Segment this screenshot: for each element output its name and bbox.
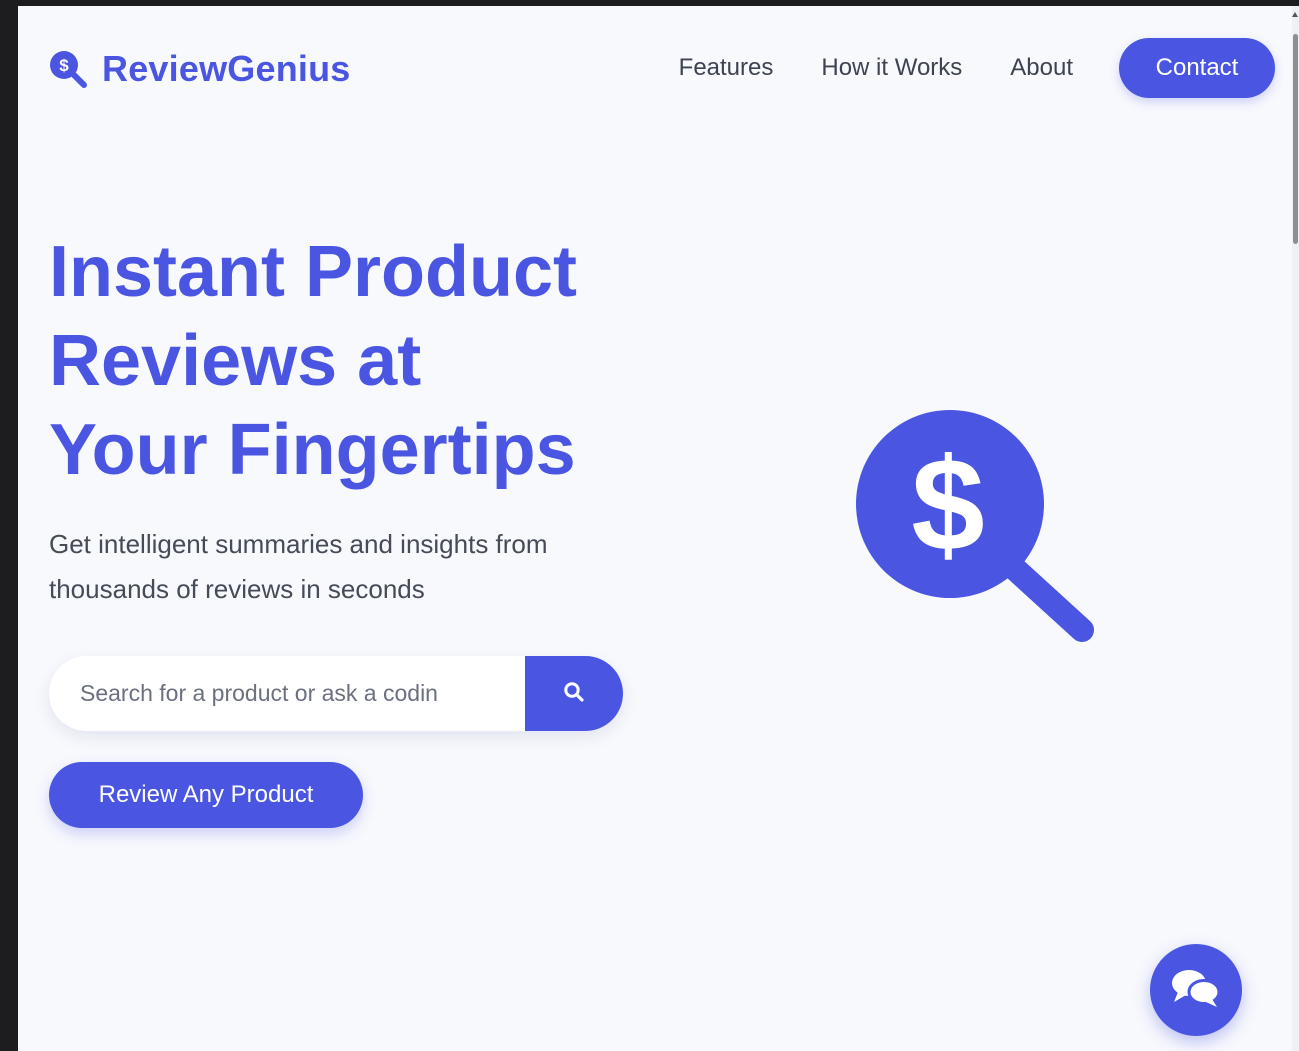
- logo[interactable]: $ ReviewGenius: [48, 48, 351, 90]
- svg-text:$: $: [59, 56, 69, 75]
- search-button[interactable]: [525, 656, 623, 731]
- hero-title-line: Instant Product: [49, 232, 578, 312]
- page: $ ReviewGenius Features How it Works Abo…: [18, 6, 1299, 1051]
- chat-button[interactable]: [1150, 944, 1242, 1036]
- review-any-product-button[interactable]: Review Any Product: [49, 762, 363, 828]
- search-input[interactable]: [49, 656, 525, 731]
- main-nav: Features How it Works About Contact: [679, 38, 1275, 98]
- nav-link-how-it-works[interactable]: How it Works: [821, 54, 962, 82]
- hero-subtitle-line: Get intelligent summaries and insights f…: [49, 529, 548, 559]
- dollar-magnifier-icon: $: [854, 408, 1094, 648]
- scrollbar-thumb[interactable]: [1293, 34, 1298, 244]
- search-bar: [49, 656, 623, 731]
- dollar-magnifier-icon: $: [48, 49, 88, 89]
- nav-link-about[interactable]: About: [1010, 54, 1073, 82]
- scroll-up-arrow-icon[interactable]: [1292, 12, 1298, 17]
- hero-illustration: $: [854, 408, 1094, 648]
- hero-subtitle: Get intelligent summaries and insights f…: [49, 522, 669, 612]
- contact-button[interactable]: Contact: [1119, 38, 1275, 98]
- hero-title: Instant Product Reviews at Your Fingerti…: [49, 228, 689, 495]
- hero-title-line: Your Fingertips: [49, 410, 576, 490]
- svg-text:$: $: [911, 431, 984, 578]
- nav-link-features[interactable]: Features: [679, 54, 774, 82]
- brand-name: ReviewGenius: [102, 48, 351, 89]
- scrollbar[interactable]: [1292, 6, 1299, 1051]
- chat-bubbles-icon: [1170, 966, 1222, 1015]
- search-icon: [563, 681, 585, 706]
- hero-title-line: Reviews at: [49, 321, 422, 401]
- hero-subtitle-line: thousands of reviews in seconds: [49, 574, 425, 604]
